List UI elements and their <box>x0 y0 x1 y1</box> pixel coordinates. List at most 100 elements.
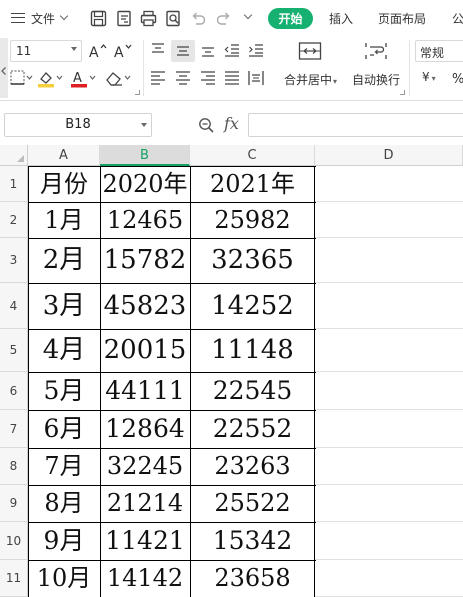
print-icon[interactable] <box>140 10 157 27</box>
cell-a[interactable]: 9月 <box>28 522 100 560</box>
cell-c[interactable]: 23658 <box>190 560 315 597</box>
column-header-c[interactable]: C <box>190 145 315 166</box>
cell-b[interactable]: 11421 <box>100 522 190 560</box>
cell-a[interactable]: 6月 <box>28 410 100 448</box>
decrease-indent-icon[interactable] <box>224 42 240 58</box>
ribbon-scroll-left-icon[interactable] <box>0 66 8 76</box>
cell-c[interactable]: 32365 <box>190 238 315 283</box>
cell-a[interactable]: 7月 <box>28 448 100 485</box>
svg-text:%: % <box>452 72 463 86</box>
row-header[interactable]: 10 <box>0 522 28 560</box>
table-border <box>28 485 316 487</box>
undo-icon[interactable] <box>190 10 207 27</box>
row-header[interactable]: 5 <box>0 329 28 372</box>
formula-input[interactable] <box>248 113 463 137</box>
cell-c[interactable]: 14252 <box>190 283 315 329</box>
cell-c[interactable]: 2021年 <box>190 166 315 202</box>
column-header-a[interactable]: A <box>28 145 100 166</box>
quick-access-more-icon[interactable] <box>243 10 253 20</box>
cell-b[interactable]: 15782 <box>100 238 190 283</box>
fx-icon[interactable]: fx <box>224 114 239 133</box>
row-header[interactable]: 7 <box>0 410 28 448</box>
save-icon[interactable] <box>90 10 107 27</box>
currency-button[interactable]: ¥ ▾ <box>422 70 436 84</box>
column-header-b[interactable]: B <box>100 145 190 166</box>
merge-center-icon[interactable] <box>298 41 322 61</box>
border-icon[interactable] <box>10 70 36 86</box>
row-header[interactable]: 3 <box>0 238 28 283</box>
select-all-corner[interactable] <box>0 145 28 166</box>
cell-a[interactable]: 月份 <box>28 166 100 202</box>
cell-b[interactable]: 32245 <box>100 448 190 485</box>
row-header[interactable]: 1 <box>0 166 28 202</box>
align-middle-button[interactable] <box>171 40 195 62</box>
print-preview-icon[interactable] <box>165 10 182 27</box>
cell-b[interactable]: 21214 <box>100 485 190 522</box>
cell-c[interactable]: 15342 <box>190 522 315 560</box>
cell-c[interactable]: 25982 <box>190 202 315 238</box>
table-border <box>28 283 316 285</box>
align-bottom-icon[interactable] <box>200 42 216 58</box>
cell-b[interactable]: 2020年 <box>100 166 190 202</box>
align-center-icon[interactable] <box>175 70 191 86</box>
tab-start[interactable]: 开始 <box>268 8 313 29</box>
tab-insert[interactable]: 插入 <box>329 0 353 36</box>
cell-b[interactable]: 12864 <box>100 410 190 448</box>
number-format-select[interactable]: 常规 <box>415 40 463 62</box>
gridline <box>315 201 463 202</box>
cell-a[interactable]: 10月 <box>28 560 100 597</box>
row-header[interactable]: 11 <box>0 560 28 597</box>
tab-page-layout[interactable]: 页面布局 <box>378 0 426 36</box>
cell-a[interactable]: 3月 <box>28 283 100 329</box>
column-header-d[interactable]: D <box>315 145 463 166</box>
cell-c[interactable]: 23263 <box>190 448 315 485</box>
cell-a[interactable]: 2月 <box>28 238 100 283</box>
wrap-text-icon[interactable] <box>364 41 388 61</box>
distributed-align-icon[interactable] <box>248 70 264 86</box>
align-right-icon[interactable] <box>200 70 216 86</box>
row-header[interactable]: 6 <box>0 372 28 410</box>
justify-icon[interactable] <box>224 70 240 86</box>
table-border <box>28 166 30 597</box>
cell-b[interactable]: 14142 <box>100 560 190 597</box>
row-header[interactable]: 8 <box>0 448 28 485</box>
row-header[interactable]: 2 <box>0 202 28 238</box>
cell-a[interactable]: 1月 <box>28 202 100 238</box>
export-pdf-icon[interactable] <box>116 10 133 27</box>
redo-icon[interactable] <box>215 10 232 27</box>
increase-indent-icon[interactable] <box>248 42 264 58</box>
cell-b[interactable]: 12465 <box>100 202 190 238</box>
increase-font-icon[interactable]: A <box>89 42 109 60</box>
cell-c[interactable]: 22545 <box>190 372 315 410</box>
gridline <box>315 371 463 372</box>
cell-c[interactable]: 25522 <box>190 485 315 522</box>
cell-a[interactable]: 8月 <box>28 485 100 522</box>
fill-color-icon[interactable] <box>37 69 65 89</box>
name-box[interactable]: B18 <box>4 113 152 137</box>
tab-formulas[interactable]: 公 <box>452 0 463 36</box>
cell-b[interactable]: 20015 <box>100 329 190 372</box>
cell-b[interactable]: 44111 <box>100 372 190 410</box>
decrease-font-icon[interactable]: A <box>114 42 134 60</box>
alignment-dialog-launcher-icon[interactable] <box>400 90 405 95</box>
zoom-icon[interactable] <box>198 117 214 133</box>
merge-center-button[interactable]: 合并居中▾ <box>284 71 337 88</box>
font-dialog-launcher-icon[interactable] <box>135 90 140 95</box>
percent-icon[interactable]: % <box>452 70 463 86</box>
cell-b[interactable]: 45823 <box>100 283 190 329</box>
align-top-icon[interactable] <box>150 42 166 58</box>
clear-format-icon[interactable] <box>104 69 134 89</box>
font-color-icon[interactable]: A <box>70 69 98 89</box>
row-header[interactable]: 4 <box>0 283 28 329</box>
cell-a[interactable]: 4月 <box>28 329 100 372</box>
row-header[interactable]: 9 <box>0 485 28 522</box>
font-size-select[interactable]: 11 <box>10 40 82 62</box>
wrap-text-label[interactable]: 自动换行 <box>352 71 400 88</box>
cell-a[interactable]: 5月 <box>28 372 100 410</box>
cell-c[interactable]: 11148 <box>190 329 315 372</box>
svg-text:A: A <box>114 45 124 60</box>
file-menu[interactable]: 文件 <box>11 0 69 36</box>
font-size-value: 11 <box>16 44 32 58</box>
align-left-icon[interactable] <box>150 70 166 86</box>
cell-c[interactable]: 22552 <box>190 410 315 448</box>
